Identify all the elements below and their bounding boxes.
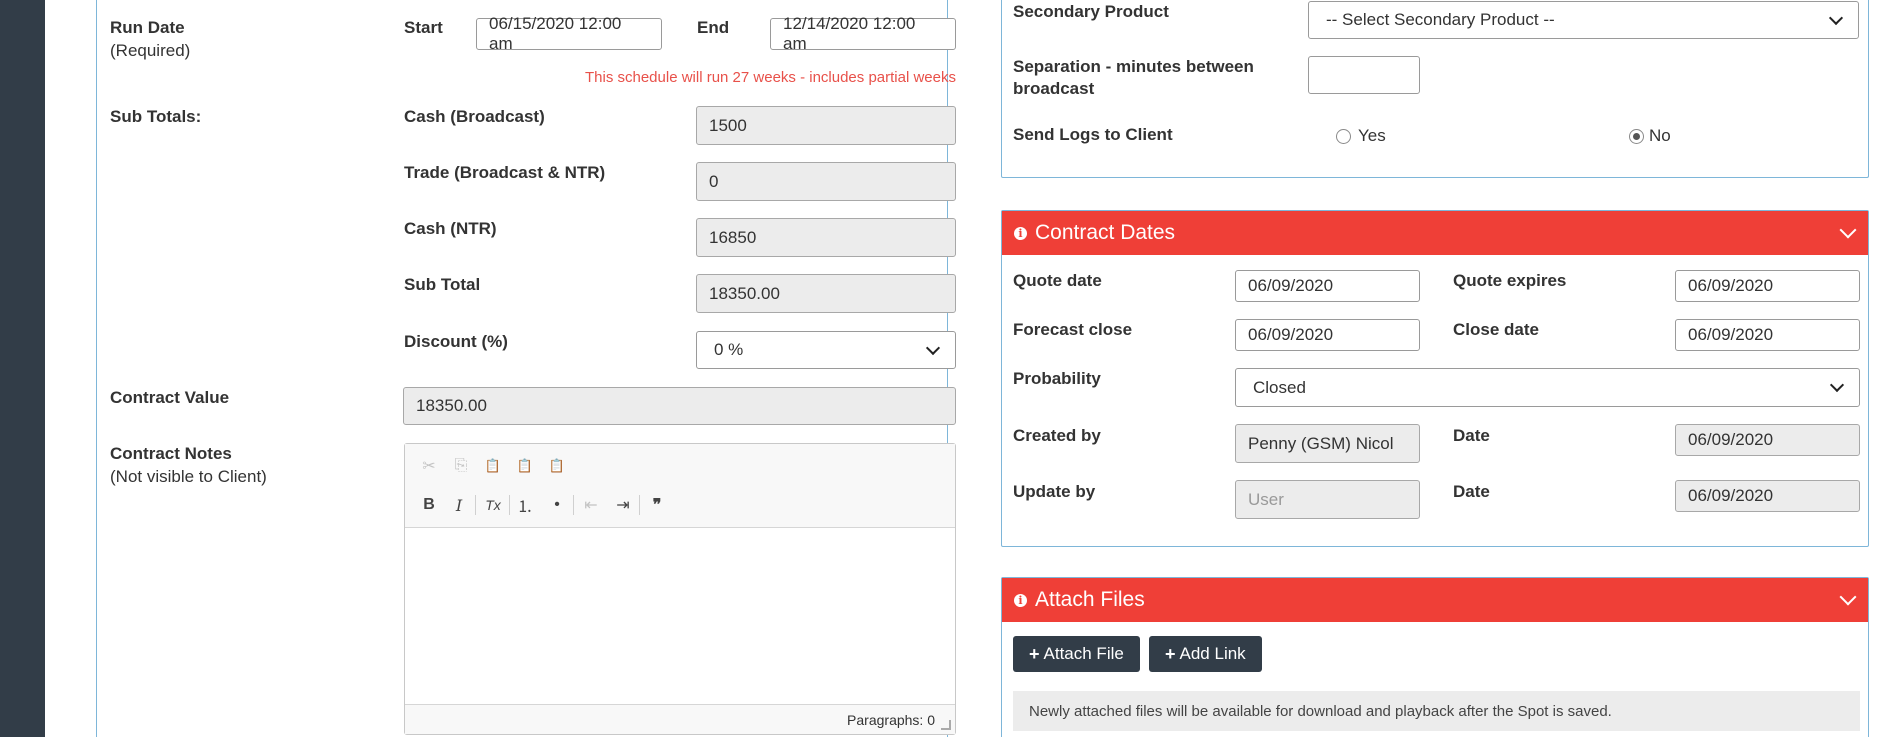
paragraph-count: Paragraphs: 0	[847, 711, 935, 728]
plus-icon: +	[1029, 643, 1040, 664]
secondary-product-label: Secondary Product	[1013, 2, 1169, 21]
contract-value-input[interactable]: 18350.00	[403, 387, 956, 425]
probability-select[interactable]: Closed	[1235, 368, 1860, 407]
separation-label-line-1: Separation - minutes between	[1013, 57, 1254, 76]
resize-handle-icon[interactable]	[941, 720, 951, 730]
chevron-down-icon	[1829, 377, 1845, 393]
toolbar-divider	[639, 495, 640, 515]
attach-files-header[interactable]: i Attach Files	[1002, 578, 1868, 622]
cash-ntr-label: Cash (NTR)	[404, 219, 497, 238]
run-date-required-note: (Required)	[110, 41, 191, 60]
paste-text-icon[interactable]: 📋	[515, 456, 535, 476]
contract-dates-header[interactable]: i Contract Dates	[1002, 211, 1868, 255]
bulleted-list-icon[interactable]: •	[547, 495, 567, 515]
quote-date-label: Quote date	[1013, 271, 1102, 290]
add-link-button-label: Add Link	[1179, 644, 1246, 663]
info-icon: i	[1014, 226, 1027, 240]
close-date-label: Close date	[1453, 320, 1539, 339]
numbered-list-icon[interactable]: ⒈	[515, 495, 535, 516]
attach-files-title: Attach Files	[1035, 588, 1145, 611]
close-date-input[interactable]: 06/09/2020	[1675, 319, 1860, 351]
indent-icon[interactable]: ⇥	[613, 495, 633, 515]
created-date-label: Date	[1453, 426, 1490, 445]
created-by-label: Created by	[1013, 426, 1101, 445]
start-label: Start	[404, 18, 443, 37]
forecast-close-label: Forecast close	[1013, 320, 1133, 339]
blockquote-icon[interactable]: ❞	[647, 495, 667, 515]
end-label: End	[697, 18, 730, 37]
probability-label: Probability	[1013, 369, 1101, 388]
paste-icon[interactable]: 📋	[483, 456, 503, 476]
chevron-down-icon	[925, 340, 941, 355]
cash-ntr-input[interactable]: 16850	[696, 218, 956, 257]
attach-files-notice: Newly attached files will be available f…	[1013, 691, 1860, 731]
schedule-weeks-notice: This schedule will run 27 weeks - includ…	[584, 69, 956, 86]
secondary-product-selected-value: -- Select Secondary Product --	[1326, 10, 1555, 29]
sub-total-label: Sub Total	[404, 275, 481, 294]
outdent-icon[interactable]: ⇤	[581, 495, 601, 515]
run-date-label: Run Date	[110, 18, 185, 37]
toolbar-divider	[509, 495, 510, 515]
secondary-product-select[interactable]: -- Select Secondary Product --	[1308, 1, 1859, 39]
discount-label: Discount (%)	[404, 332, 508, 351]
send-logs-yes-label: Yes	[1358, 126, 1386, 145]
forecast-close-input[interactable]: 06/09/2020	[1235, 319, 1420, 351]
update-by-label: Update by	[1013, 482, 1096, 501]
separation-minutes-input[interactable]	[1308, 56, 1420, 94]
created-date-input[interactable]: 06/09/2020	[1675, 424, 1860, 456]
quote-expires-label: Quote expires	[1453, 271, 1567, 290]
separation-label-line-2: broadcast	[1013, 79, 1095, 98]
copy-icon[interactable]: ⎘	[451, 456, 471, 476]
plus-icon: +	[1165, 643, 1176, 664]
discount-select[interactable]: 0 %	[696, 331, 956, 369]
update-date-label: Date	[1453, 482, 1490, 501]
chevron-down-icon	[1828, 10, 1844, 25]
send-logs-yes-radio[interactable]	[1336, 129, 1351, 144]
update-by-input[interactable]: User	[1235, 480, 1420, 519]
remove-format-icon[interactable]: Tx	[483, 495, 503, 515]
start-date-input[interactable]: 06/15/2020 12:00 am	[476, 14, 662, 53]
sub-total-input[interactable]: 18350.00	[696, 274, 956, 313]
send-logs-no-label: No	[1649, 126, 1671, 145]
editor-content-area[interactable]	[405, 528, 955, 704]
editor-status-bar: Paragraphs: 0	[405, 704, 955, 734]
cut-icon[interactable]: ✂	[419, 456, 439, 476]
contract-notes-editor: ✂ ⎘ 📋 📋 📋 B I Tx ⒈ • ⇤ ⇥ ❞ Paragraphs: 0	[404, 443, 956, 735]
app-sidebar	[0, 0, 45, 737]
end-date-input[interactable]: 12/14/2020 12:00 am	[770, 14, 956, 53]
contract-notes-subtitle: (Not visible to Client)	[110, 467, 267, 486]
sub-totals-label: Sub Totals:	[110, 107, 202, 126]
chevron-down-icon[interactable]	[1839, 588, 1857, 606]
quote-date-input[interactable]: 06/09/2020	[1235, 270, 1420, 302]
quote-expires-input[interactable]: 06/09/2020	[1675, 270, 1860, 302]
cash-broadcast-input[interactable]: 1500	[696, 106, 956, 145]
update-date-input[interactable]: 06/09/2020	[1675, 480, 1860, 512]
trade-label: Trade (Broadcast & NTR)	[404, 163, 606, 182]
created-by-input[interactable]: Penny (GSM) Nicol	[1235, 424, 1420, 463]
contract-value-label: Contract Value	[110, 388, 230, 407]
probability-selected-value: Closed	[1253, 377, 1306, 397]
editor-toolbar: ✂ ⎘ 📋 📋 📋 B I Tx ⒈ • ⇤ ⇥ ❞	[405, 444, 955, 528]
toolbar-divider	[475, 495, 476, 515]
cash-broadcast-label: Cash (Broadcast)	[404, 107, 545, 126]
send-logs-label: Send Logs to Client	[1013, 125, 1173, 144]
discount-selected-value: 0 %	[714, 340, 744, 359]
toolbar-divider	[573, 495, 574, 515]
bold-icon[interactable]: B	[419, 495, 439, 515]
info-icon: i	[1014, 593, 1027, 607]
add-link-button[interactable]: + Add Link	[1149, 636, 1262, 672]
italic-icon[interactable]: I	[449, 495, 469, 515]
separation-label: Separation - minutes between broadcast	[1013, 57, 1254, 99]
chevron-down-icon[interactable]	[1839, 221, 1857, 239]
contract-notes-label: Contract Notes	[110, 444, 232, 463]
contract-dates-title: Contract Dates	[1035, 221, 1176, 244]
send-logs-no-radio[interactable]	[1629, 129, 1644, 144]
attach-file-button[interactable]: + Attach File	[1013, 636, 1140, 672]
trade-input[interactable]: 0	[696, 162, 956, 201]
attach-file-button-label: Attach File	[1043, 644, 1124, 663]
paste-from-word-icon[interactable]: 📋	[547, 456, 567, 476]
